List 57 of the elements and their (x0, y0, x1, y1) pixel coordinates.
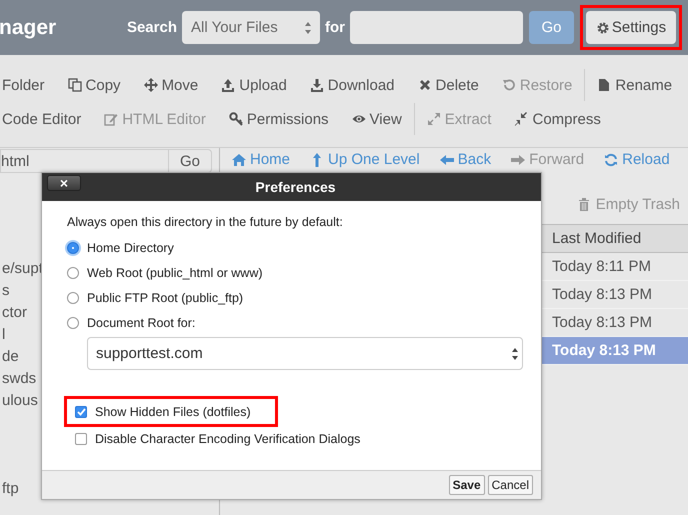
radio-button[interactable] (67, 316, 79, 328)
upload-icon (221, 78, 236, 92)
scope-select[interactable]: All Your Files (182, 11, 320, 44)
search-field[interactable] (350, 11, 523, 44)
app-title: nager (0, 16, 58, 40)
trash-icon (576, 197, 591, 211)
option-label: Web Root (public_html or www) (87, 266, 263, 280)
reload-icon (604, 152, 618, 166)
domain-select[interactable]: supporttest.com (87, 337, 523, 370)
home-icon (232, 152, 246, 166)
download-icon (310, 78, 324, 92)
toolbar-button[interactable]: View (352, 110, 402, 128)
copy-icon (68, 78, 82, 92)
settings-button[interactable]: Settings (586, 11, 676, 44)
checkbox-label: Show Hidden Files (dotfiles) (95, 404, 251, 418)
toolbar-button[interactable]: Download (310, 76, 395, 94)
check-icon (76, 406, 86, 417)
radio-button[interactable] (67, 242, 79, 254)
key-icon (228, 112, 243, 126)
checkbox[interactable] (75, 406, 87, 418)
toolbar-button[interactable]: Folder (2, 76, 45, 94)
search-label: Search (126, 19, 177, 36)
toolbar-button[interactable]: Compress (514, 110, 601, 128)
toolbar-button[interactable]: Delete (418, 76, 479, 94)
compress-icon (514, 112, 528, 126)
toolbar-button[interactable]: Move (144, 76, 198, 94)
dialog-button[interactable]: Save (448, 475, 485, 495)
option-label: Document Root for: (87, 316, 196, 330)
move-icon (144, 78, 158, 92)
updown-icon (304, 20, 312, 34)
edit-icon (104, 112, 118, 126)
dialog-title: Preferences (254, 179, 336, 195)
radio-button[interactable] (67, 266, 79, 278)
go-button[interactable]: Go (168, 149, 212, 173)
path-field[interactable]: html (0, 149, 168, 173)
close-button[interactable]: × (47, 175, 81, 191)
toolbar-button[interactable]: Rename (597, 76, 672, 94)
radio-button[interactable] (67, 292, 79, 304)
right-arrow-icon (511, 152, 526, 166)
for-label: for (325, 19, 345, 36)
checkbox-label: Disable Character Encoding Verification Dialogs (95, 432, 360, 446)
toolbar-button[interactable]: Upload (221, 76, 287, 94)
gear-icon (596, 20, 610, 34)
option-label: Public FTP Root (public_ftp) (87, 290, 244, 304)
updown-icon (511, 346, 519, 360)
left-arrow-icon (440, 152, 454, 166)
toolbar-button[interactable]: Permissions (228, 110, 329, 128)
checkbox[interactable] (75, 433, 87, 445)
toolbar-button[interactable]: Copy (68, 76, 121, 94)
option-label: Home Directory (87, 240, 174, 254)
toolbar-button[interactable]: Code Editor (2, 110, 82, 128)
file-icon (597, 78, 612, 92)
restore-icon (502, 78, 516, 92)
expand-icon (426, 112, 441, 126)
close-icon (418, 78, 432, 92)
dialog-button[interactable]: Cancel (488, 475, 533, 495)
prompt-text: Always open this directory in the future by default: (67, 215, 344, 229)
